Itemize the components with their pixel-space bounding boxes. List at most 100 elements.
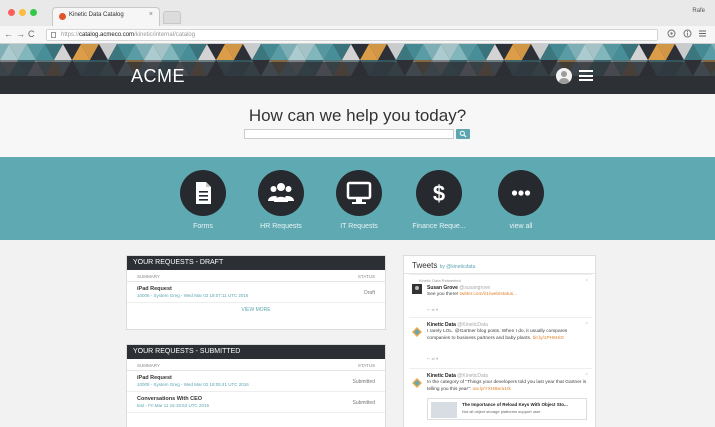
- tweets-by-link[interactable]: by @kineticdata: [440, 264, 476, 270]
- forward-arrow-icon[interactable]: →: [16, 29, 25, 40]
- tweet[interactable]: × Kinetic Data @KineticData I rarely LOL…: [409, 317, 592, 367]
- tab-close-icon[interactable]: ×: [149, 11, 153, 18]
- category-label: view all: [509, 223, 533, 230]
- tweet-handle: @KineticData: [457, 322, 488, 328]
- category-forms[interactable]: Forms: [168, 170, 238, 230]
- tweet-actions[interactable]: ↩ ⇄ ♥: [427, 307, 438, 312]
- extension-icon[interactable]: [667, 29, 676, 41]
- search-icon: [459, 130, 467, 138]
- url-text: https://catalog.acmeco.com/kinetic/inter…: [61, 32, 195, 38]
- tweets-widget: Tweets by @kineticdata Kinetic Data Retw…: [403, 255, 597, 427]
- avatar[interactable]: [412, 378, 422, 388]
- tweet-author[interactable]: Kinetic Data @KineticData: [427, 373, 488, 379]
- table-header: SUMMARY STATUS: [127, 359, 385, 371]
- zoom-window-button[interactable]: [30, 9, 37, 16]
- avatar[interactable]: [556, 68, 572, 84]
- back-arrow-icon[interactable]: ←: [4, 29, 13, 40]
- tweet-author-name: Susan Grove: [427, 285, 458, 291]
- submitted-requests-panel: YOUR REQUESTS - SUBMITTED SUMMARY STATUS…: [126, 344, 386, 427]
- request-title: iPad Request: [137, 375, 172, 381]
- browser-tab[interactable]: Kinetic Data Catalog ×: [52, 7, 160, 26]
- tweet-text: I rarely LOL. @Gartner blog posts. When …: [427, 329, 587, 342]
- tweet-handle: @KineticData: [457, 373, 488, 379]
- search-input[interactable]: [244, 129, 454, 139]
- tab-title: Kinetic Data Catalog: [69, 12, 124, 18]
- url-scheme: https://: [61, 32, 80, 38]
- column-summary: SUMMARY: [137, 363, 160, 368]
- main-content: YOUR REQUESTS - DRAFT SUMMARY STATUS iPa…: [0, 240, 715, 427]
- panel-title: YOUR REQUESTS - SUBMITTED: [127, 345, 385, 359]
- document-icon: [196, 182, 211, 204]
- tweet-text: In the category of "Things your develope…: [427, 380, 587, 393]
- category-finance-requests[interactable]: $ Finance Reque...: [404, 170, 474, 230]
- header-pattern: [0, 44, 715, 94]
- monitor-icon: [346, 181, 372, 204]
- browser-user-label[interactable]: Rafe: [692, 8, 705, 14]
- tweet[interactable]: Kinetic Data Retweeted × Susan Grove @su…: [409, 274, 592, 316]
- request-meta[interactable]: 10006 - System Greg - Wed Mar 02 18:07:1…: [137, 293, 248, 298]
- card-description: Not all object storage platforms support…: [462, 409, 541, 414]
- table-row[interactable]: iPad Request 10006 - System Greg - Wed M…: [127, 282, 385, 303]
- favicon-icon: [59, 13, 66, 20]
- request-title: iPad Request: [137, 286, 172, 292]
- avatar[interactable]: [412, 284, 422, 294]
- site-header: ACME: [0, 44, 715, 94]
- close-icon[interactable]: ×: [585, 372, 588, 378]
- tweet-text: See you there! twitter.com/i/1/web/statu…: [427, 292, 587, 299]
- table-row[interactable]: Conversations With CEO test - Fri Mar 11…: [127, 392, 385, 413]
- close-window-button[interactable]: [8, 9, 15, 16]
- status-badge: Submitted: [352, 379, 375, 385]
- tweets-title-text: Tweets: [412, 261, 438, 270]
- category-it-requests[interactable]: IT Requests: [324, 170, 394, 230]
- browser-tab-bar: Kinetic Data Catalog × Rafe: [0, 0, 715, 26]
- status-badge: Draft: [364, 290, 375, 296]
- category-view-all[interactable]: view all: [486, 170, 556, 230]
- status-badge: Submitted: [352, 400, 375, 406]
- tweet[interactable]: × Kinetic Data @KineticData In the categ…: [409, 368, 592, 427]
- help-section: How can we help you today?: [0, 94, 715, 157]
- draft-requests-panel: YOUR REQUESTS - DRAFT SUMMARY STATUS iPa…: [126, 255, 386, 330]
- column-status: STATUS: [357, 274, 375, 279]
- request-meta[interactable]: test - Fri Mar 11 15:19:53 UTC 2016: [137, 403, 209, 408]
- tweets-title: Tweets by @kineticdata: [412, 261, 475, 270]
- more-icon: [511, 190, 531, 196]
- category-label: HR Requests: [260, 223, 302, 230]
- avatar[interactable]: [412, 327, 422, 337]
- tweet-link[interactable]: twitter.com/i/1/web/status...: [460, 292, 518, 297]
- close-icon[interactable]: ×: [585, 321, 588, 327]
- tweet-card[interactable]: The Importance of Reload Keys With Objec…: [427, 398, 587, 420]
- request-title: Conversations With CEO: [137, 396, 203, 402]
- close-icon[interactable]: ×: [585, 278, 588, 284]
- dollar-icon: $: [433, 181, 445, 206]
- search-button[interactable]: [456, 129, 470, 139]
- tweet-author[interactable]: Susan Grove @susangrove: [427, 285, 490, 291]
- brand-logo[interactable]: ACME: [131, 66, 185, 87]
- tweet-link[interactable]: ow.ly/YXHBe/a1rk: [472, 387, 510, 392]
- tweet-handle: @susangrove: [459, 285, 491, 291]
- tweet-body: See you there!: [427, 292, 459, 297]
- info-icon[interactable]: [683, 29, 692, 41]
- new-tab-button[interactable]: [163, 11, 181, 24]
- browser-menu-icon[interactable]: [698, 29, 707, 41]
- retweet-label: Kinetic Data Retweeted: [419, 278, 461, 283]
- url-host: catalog.acmeco.com: [79, 32, 135, 38]
- category-label: IT Requests: [340, 223, 378, 230]
- tweet-author-name: Kinetic Data: [427, 322, 456, 328]
- help-title: How can we help you today?: [248, 106, 467, 125]
- table-row[interactable]: iPad Request 10005 - System Greg - Wed M…: [127, 371, 385, 392]
- page-icon: [51, 32, 56, 38]
- tweet-actions[interactable]: ↩ ⇄ ♥: [427, 356, 438, 361]
- category-label: Finance Reque...: [412, 223, 466, 230]
- minimize-window-button[interactable]: [19, 9, 26, 16]
- card-image: [431, 402, 457, 418]
- request-meta[interactable]: 10005 - System Greg - Wed Mar 02 18:05:4…: [137, 382, 249, 387]
- hamburger-menu-icon[interactable]: [579, 70, 593, 81]
- view-more-link[interactable]: VIEW MORE: [127, 307, 385, 313]
- tweet-author-name: Kinetic Data: [427, 373, 456, 379]
- tweet-author[interactable]: Kinetic Data @KineticData: [427, 322, 488, 328]
- category-hr-requests[interactable]: HR Requests: [246, 170, 316, 230]
- tweet-link[interactable]: bit.ly/1PH6HiD: [533, 336, 564, 341]
- reload-icon[interactable]: C: [28, 29, 35, 40]
- address-bar-input[interactable]: https://catalog.acmeco.com/kinetic/inter…: [46, 29, 658, 41]
- people-icon: [268, 183, 294, 202]
